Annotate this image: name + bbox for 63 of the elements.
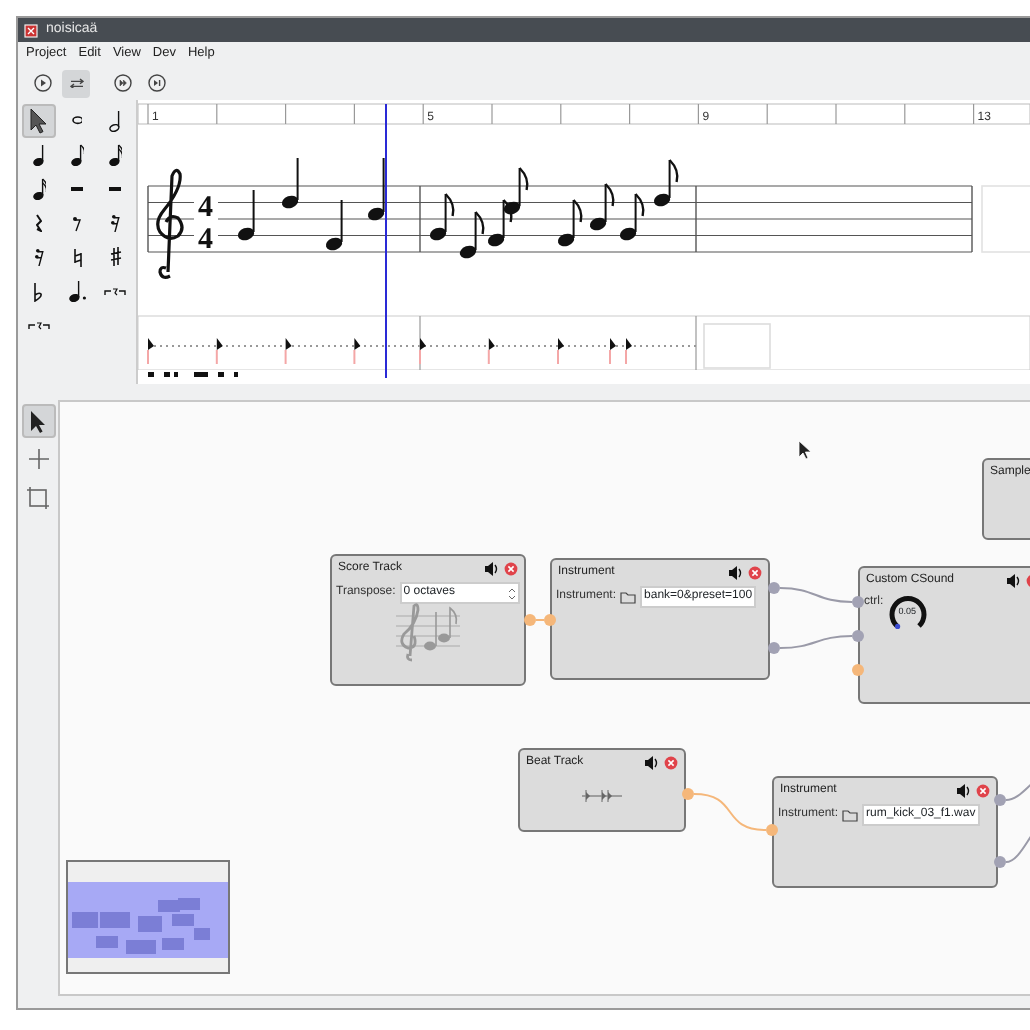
speaker-icon[interactable] <box>956 782 972 800</box>
close-icon[interactable] <box>504 562 518 576</box>
tuplet-icon <box>28 321 50 329</box>
dotted-note-icon <box>67 279 87 303</box>
skip-end-icon <box>147 74 165 92</box>
connection-line[interactable] <box>779 635 853 649</box>
output-port[interactable] <box>768 642 780 654</box>
speaker-icon[interactable] <box>484 560 500 578</box>
toolbar-button[interactable] <box>142 69 170 97</box>
mouse-cursor-icon <box>798 440 812 460</box>
pointer-icon <box>30 409 46 433</box>
rest-icon <box>70 186 84 192</box>
toolbar-button[interactable] <box>108 69 136 97</box>
flat-icon <box>34 281 44 301</box>
close-icon[interactable] <box>664 756 678 770</box>
time-signature: 4 4 <box>198 192 213 256</box>
close-icon[interactable] <box>976 784 990 798</box>
rest-icon <box>72 215 82 231</box>
output-port[interactable] <box>524 614 536 626</box>
folder-icon[interactable] <box>842 808 859 822</box>
fast-forward-icon <box>113 74 131 92</box>
pointer-icon <box>30 108 48 134</box>
speaker-icon[interactable] <box>644 754 660 772</box>
connection-line[interactable] <box>779 587 853 603</box>
quarter-note-icon <box>32 143 46 167</box>
rest-icon <box>36 214 42 232</box>
output-port[interactable] <box>768 582 780 594</box>
eighth-note-icon <box>69 143 85 167</box>
palette-tool[interactable] <box>22 104 56 138</box>
rest-icon <box>110 213 120 233</box>
beat-track[interactable] <box>138 315 1030 371</box>
tuplet-icon <box>104 287 126 295</box>
folder-icon[interactable] <box>620 590 637 604</box>
sharp-icon <box>109 246 121 268</box>
treble-clef-icon <box>156 168 184 279</box>
minimap-drawing[interactable] <box>66 860 230 974</box>
app-icon <box>24 23 38 37</box>
whole-note-icon <box>71 116 83 126</box>
empty-beat-measure <box>703 323 771 369</box>
loop-icon <box>69 77 83 89</box>
natural-icon <box>73 247 81 267</box>
input-port[interactable] <box>766 824 778 836</box>
spin-arrows-icon[interactable] <box>508 585 516 601</box>
sixteenth-note-icon <box>107 143 123 167</box>
play-icon <box>33 74 51 92</box>
input-port[interactable] <box>544 614 556 626</box>
sixteenth-note-icon <box>31 177 47 201</box>
rest-icon <box>34 247 44 267</box>
input-port[interactable] <box>852 664 864 676</box>
rest-icon <box>108 186 122 192</box>
input-port[interactable] <box>852 630 864 642</box>
speaker-icon[interactable] <box>728 564 744 582</box>
crop-icon <box>26 485 50 509</box>
close-icon[interactable] <box>748 566 762 580</box>
plus-icon <box>27 448 49 470</box>
beat-track-icon <box>578 788 626 804</box>
speaker-icon[interactable] <box>1006 572 1022 590</box>
half-note-icon <box>108 109 122 133</box>
toolbar-button[interactable] <box>62 69 90 97</box>
input-port[interactable] <box>852 596 864 608</box>
toolbar-button[interactable] <box>28 69 56 97</box>
canvas-tool[interactable] <box>21 404 55 438</box>
music-score-icon <box>392 600 464 664</box>
